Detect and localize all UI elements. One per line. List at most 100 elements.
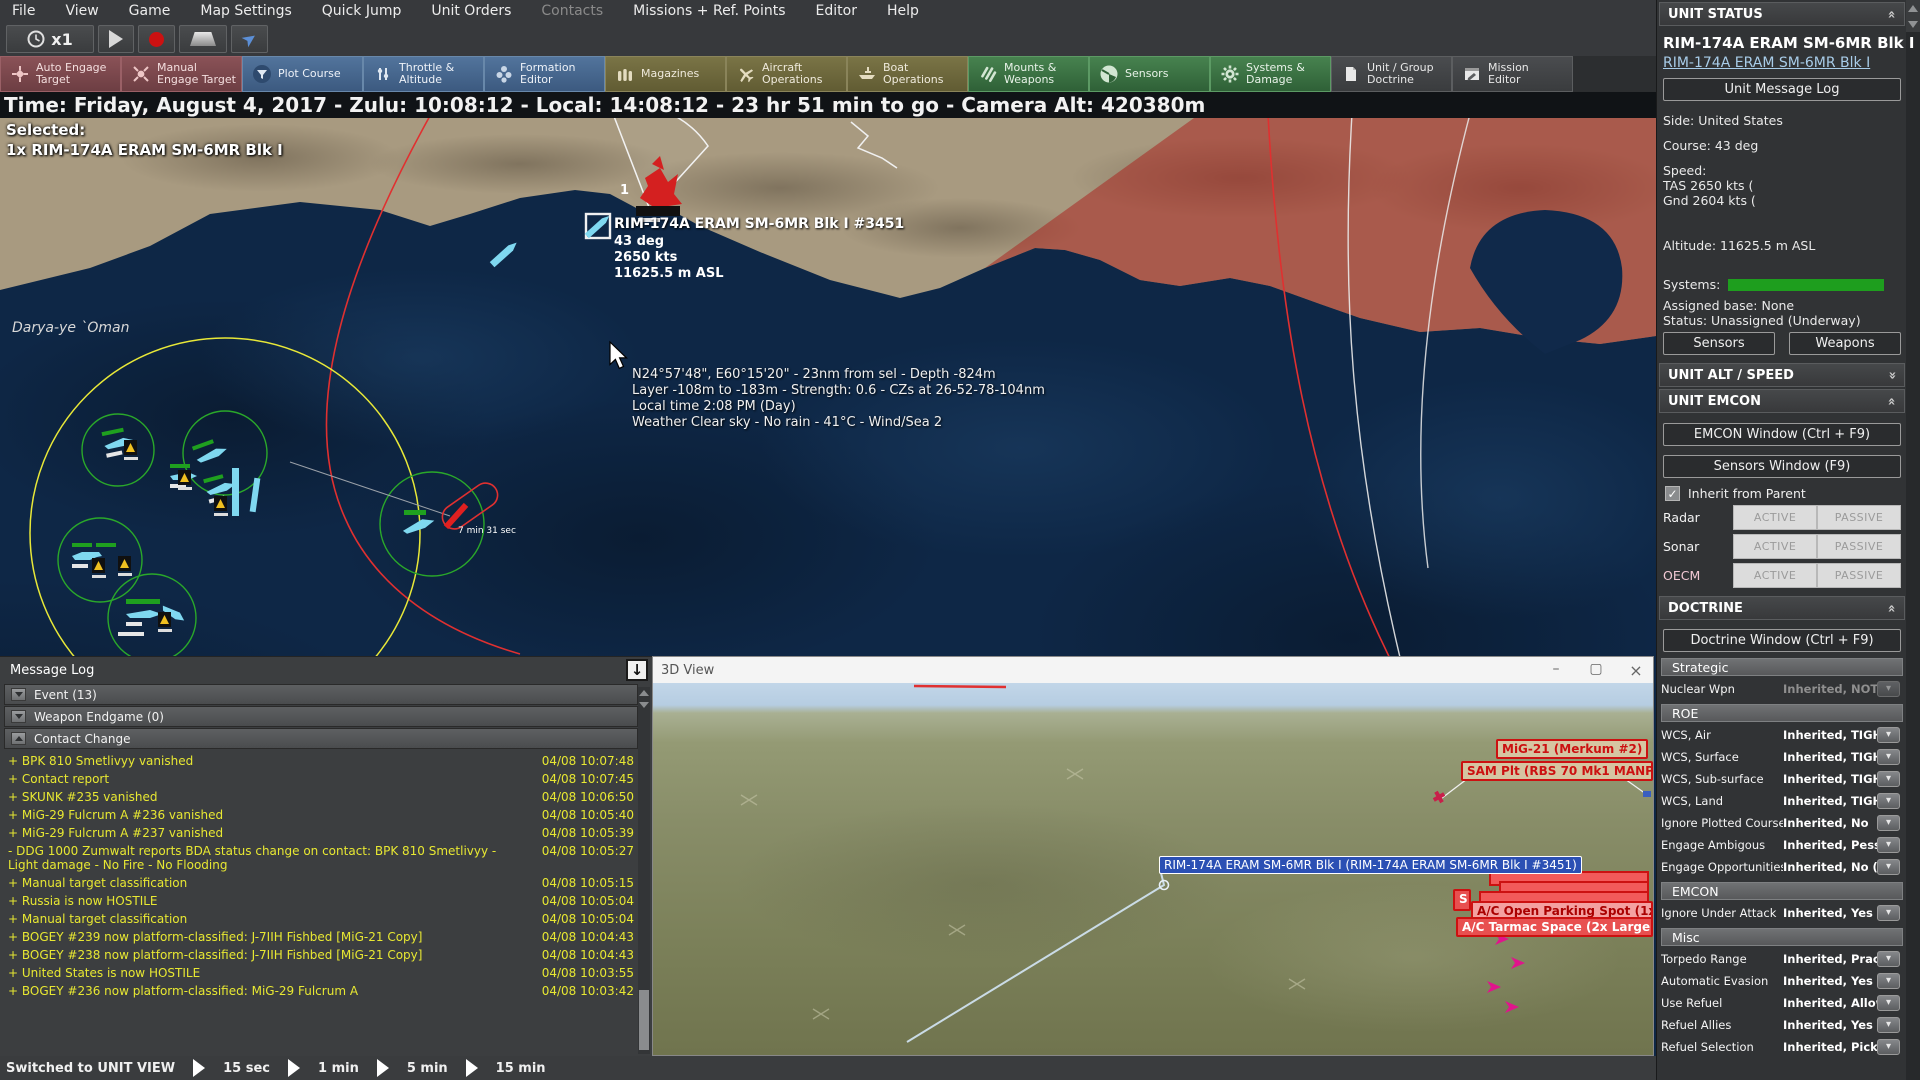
dropdown-icon[interactable] <box>1877 814 1900 831</box>
menu-game[interactable]: Game <box>129 3 171 19</box>
menu-quick-jump[interactable]: Quick Jump <box>322 3 402 19</box>
speed-5min[interactable]: 5 min <box>407 1061 448 1076</box>
doctrine-window-button[interactable]: Doctrine Window (Ctrl + F9) <box>1663 629 1901 652</box>
toolbar-aircraft-operations[interactable]: Aircraft Operations <box>726 56 847 92</box>
log-entry[interactable]: + MiG-29 Fulcrum A #236 vanished 04/08 10… <box>4 806 636 824</box>
scroll-thumb[interactable] <box>639 990 649 1050</box>
toolbar-sensors[interactable]: Sensors <box>1089 56 1210 92</box>
log-entry[interactable]: + MiG-29 Fulcrum A #237 vanished 04/08 10… <box>4 824 636 842</box>
sonar-active-button[interactable]: ACTIVE <box>1733 534 1818 559</box>
time-compression-button[interactable]: x1 <box>6 25 94 53</box>
facility-label-stub[interactable]: S <box>1453 889 1471 911</box>
unit-emcon-header[interactable]: UNIT EMCON <box>1659 389 1905 413</box>
sensors-window-button[interactable]: Sensors Window (F9) <box>1663 455 1901 478</box>
dropdown-icon[interactable] <box>1877 836 1900 853</box>
doctrine-header[interactable]: DOCTRINE <box>1659 596 1905 620</box>
dropdown-icon[interactable] <box>1877 770 1900 787</box>
mig21-label[interactable]: MiG-21 (Merkum #2) <box>1496 739 1649 759</box>
dropdown-icon[interactable] <box>1877 1016 1900 1033</box>
play-step-icon[interactable] <box>288 1059 300 1077</box>
log-entry[interactable]: + Manual target classification 04/08 10:0… <box>4 874 636 892</box>
dropdown-icon[interactable] <box>1877 994 1900 1011</box>
record-button[interactable] <box>138 25 175 53</box>
minimize-icon[interactable] <box>1547 661 1565 680</box>
toolbar-mission-editor[interactable]: Mission Editor <box>1452 56 1573 92</box>
sidebar-scrollbar[interactable] <box>1906 0 1920 1080</box>
scroll-up-icon[interactable] <box>1906 0 1920 16</box>
dropdown-icon[interactable] <box>1877 972 1900 989</box>
menu-unit-orders[interactable]: Unit Orders <box>431 3 511 19</box>
collapse-toggle-icon[interactable] <box>11 688 26 701</box>
toolbar-unit-group-doctrine[interactable]: Unit / Group Doctrine <box>1331 56 1452 92</box>
log-entries[interactable]: + BPK 810 Smetlivyy vanished 04/08 10:07:… <box>4 752 636 1054</box>
menu-map-settings[interactable]: Map Settings <box>200 3 291 19</box>
collapse-toggle-icon[interactable] <box>11 732 26 745</box>
log-entry[interactable]: + BOGEY #239 now platform-classified: J-… <box>4 928 636 946</box>
weapons-button[interactable]: Weapons <box>1789 332 1901 355</box>
oecm-active-button[interactable]: ACTIVE <box>1733 563 1818 588</box>
menu-view[interactable]: View <box>65 3 98 19</box>
emcon-window-button[interactable]: EMCON Window (Ctrl + F9) <box>1663 423 1901 446</box>
speed-15sec[interactable]: 15 sec <box>223 1061 270 1076</box>
print-button[interactable] <box>179 25 227 53</box>
toolbar-mounts-weapons[interactable]: Mounts & Weapons <box>968 56 1089 92</box>
jump-button[interactable]: ➤ <box>231 25 269 53</box>
radar-passive-button[interactable]: PASSIVE <box>1817 505 1902 530</box>
sensors-button[interactable]: Sensors <box>1663 332 1775 355</box>
sonar-passive-button[interactable]: PASSIVE <box>1817 534 1902 559</box>
radar-active-button[interactable]: ACTIVE <box>1733 505 1818 530</box>
collapse-toggle-icon[interactable] <box>11 710 26 723</box>
dropdown-icon[interactable] <box>1877 904 1900 921</box>
toolbar-magazines[interactable]: Magazines <box>605 56 726 92</box>
toolbar-throttle-altitude[interactable]: Throttle & Altitude <box>363 56 484 92</box>
play-step-icon[interactable] <box>376 1059 389 1077</box>
log-entry[interactable]: - DDG 1000 Zumwalt reports BDA status ch… <box>4 842 636 874</box>
dropdown-icon[interactable] <box>1877 726 1900 743</box>
unit-alt-speed-header[interactable]: UNIT ALT / SPEED <box>1659 363 1905 387</box>
menu-help[interactable]: Help <box>887 3 919 19</box>
scroll-down-icon[interactable] <box>638 699 650 711</box>
inherit-from-parent-checkbox[interactable] <box>1665 486 1680 501</box>
play-step-icon[interactable] <box>193 1059 206 1077</box>
toolbar-auto-engage-target[interactable]: Auto Engage Target <box>0 56 121 92</box>
speed-15min[interactable]: 15 min <box>496 1061 546 1076</box>
play-step-icon[interactable] <box>465 1059 478 1077</box>
unit-class-link[interactable]: RIM-174A ERAM SM-6MR Blk I <box>1663 55 1901 71</box>
dropdown-icon[interactable] <box>1877 858 1900 875</box>
log-group-event[interactable]: Event (13) <box>4 684 638 705</box>
dock-log-button[interactable] <box>626 659 648 681</box>
toolbar-systems-damage[interactable]: Systems & Damage <box>1210 56 1331 92</box>
speed-1min[interactable]: 1 min <box>318 1061 359 1076</box>
log-entry[interactable]: + Manual target classification 04/08 10:0… <box>4 910 636 928</box>
dropdown-icon[interactable] <box>1877 680 1900 697</box>
log-entry[interactable]: + BOGEY #238 now platform-classified: J-… <box>4 946 636 964</box>
dropdown-icon[interactable] <box>1877 792 1900 809</box>
log-scrollbar[interactable] <box>638 687 650 1054</box>
log-entry[interactable]: + BOGEY #236 now platform-classified: Mi… <box>4 982 636 1000</box>
3d-view-content[interactable]: S A/C Open Parking Spot (1x Large A/C Ta… <box>653 683 1653 1055</box>
missile-3d-label[interactable]: RIM-174A ERAM SM-6MR Blk I (RIM-174A ERA… <box>1159 856 1582 874</box>
log-group-weapon-endgame[interactable]: Weapon Endgame (0) <box>4 706 638 727</box>
toolbar-plot-course[interactable]: Plot Course <box>242 56 363 92</box>
toolbar-manual-engage-target[interactable]: Manual Engage Target <box>121 56 242 92</box>
dropdown-icon[interactable] <box>1877 950 1900 967</box>
close-icon[interactable] <box>1627 661 1645 680</box>
dropdown-icon[interactable] <box>1877 748 1900 765</box>
scroll-up-icon[interactable] <box>638 687 650 699</box>
menu-file[interactable]: File <box>12 3 35 19</box>
log-entry[interactable]: + BPK 810 Smetlivyy vanished 04/08 10:07:… <box>4 752 636 770</box>
oecm-passive-button[interactable]: PASSIVE <box>1817 563 1902 588</box>
play-button[interactable] <box>98 25 134 53</box>
log-entry[interactable]: + Contact report 04/08 10:07:45 <box>4 770 636 788</box>
toolbar-formation-editor[interactable]: Formation Editor <box>484 56 605 92</box>
dropdown-icon[interactable] <box>1877 1038 1900 1055</box>
sam-platoon-label[interactable]: SAM Plt (RBS 70 Mk1 MANPADS x 3) <box>1461 761 1653 781</box>
log-entry[interactable]: + Russia is now HOSTILE 04/08 10:05:04 <box>4 892 636 910</box>
maximize-icon[interactable] <box>1587 661 1605 680</box>
tarmac-space-label[interactable]: A/C Tarmac Space (2x Large Aircraft) <box>1456 917 1653 937</box>
menu-missions-ref-points[interactable]: Missions + Ref. Points <box>633 3 785 19</box>
scroll-down-icon[interactable] <box>1906 16 1920 32</box>
log-entry[interactable]: + United States is now HOSTILE 04/08 10:0… <box>4 964 636 982</box>
3d-view-titlebar[interactable]: 3D View <box>653 657 1653 683</box>
unit-message-log-button[interactable]: Unit Message Log <box>1663 78 1901 101</box>
